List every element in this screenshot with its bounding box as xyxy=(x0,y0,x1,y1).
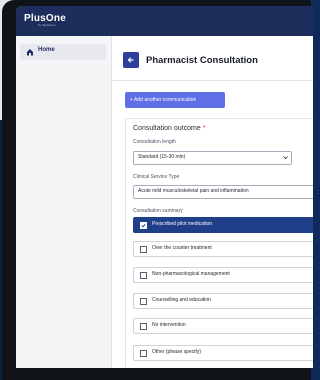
laptop-bezel-bottom xyxy=(2,368,311,380)
sidebar-item-home[interactable]: Home xyxy=(20,44,106,60)
option-label: Over the counter treatment xyxy=(152,245,212,251)
service-type-label: Clinical Service Type xyxy=(133,174,180,180)
laptop-frame: PlusOne by Medicines Home Pharmacist Con… xyxy=(2,0,313,380)
checkbox xyxy=(140,246,147,253)
back-button[interactable] xyxy=(123,52,139,68)
sidebar: Home xyxy=(16,36,112,368)
sidebar-item-label: Home xyxy=(38,47,55,53)
app-screen: PlusOne by Medicines Home Pharmacist Con… xyxy=(16,6,313,368)
header-divider xyxy=(112,80,313,81)
option-prescribed-pilot-medication[interactable]: Prescribed pilot medication xyxy=(133,217,313,233)
option-label: Prescribed pilot medication xyxy=(152,221,213,227)
main-content: Pharmacist Consultation + Add another co… xyxy=(112,36,313,368)
checkbox-checked xyxy=(140,222,147,229)
add-communication-button[interactable]: + Add another communication xyxy=(125,92,225,108)
section-title: Consultation outcome * xyxy=(133,125,205,132)
section-title-text: Consultation outcome xyxy=(133,125,201,132)
consultation-length-select[interactable]: Standard (15-30 min) xyxy=(133,151,292,165)
page-title: Pharmacist Consultation xyxy=(146,55,258,66)
brand-subtitle: by Medicines xyxy=(38,23,56,27)
checkbox xyxy=(140,272,147,279)
chevron-down-icon xyxy=(283,156,288,160)
option-no-intervention[interactable]: No intervention xyxy=(133,318,313,334)
consultation-outcome-card: Consultation outcome * Consultation lengt… xyxy=(125,118,313,368)
home-icon xyxy=(27,49,33,56)
option-over-the-counter[interactable]: Over the counter treatment xyxy=(133,241,313,257)
option-label: Counselling and education xyxy=(152,297,211,303)
service-type-field[interactable]: Acute mild musculoskeletal pain and infl… xyxy=(133,185,313,199)
check-icon xyxy=(141,223,146,228)
checkbox xyxy=(140,323,147,330)
required-marker: * xyxy=(202,125,206,132)
consultation-length-label: Consultation length xyxy=(133,139,176,145)
top-bar: PlusOne by Medicines xyxy=(16,6,313,36)
option-label: Other (please specify) xyxy=(152,349,201,355)
option-other[interactable]: Other (please specify) xyxy=(133,345,313,361)
checkbox xyxy=(140,350,147,357)
service-type-value: Acute mild musculoskeletal pain and infl… xyxy=(138,188,249,194)
option-non-pharmacological[interactable]: Non-pharmacological management xyxy=(133,267,313,283)
consultation-length-value: Standard (15-30 min) xyxy=(138,154,186,160)
option-label: No intervention xyxy=(152,322,186,328)
option-counselling-education[interactable]: Counselling and education xyxy=(133,293,313,309)
consultation-summary-label: Consultation summary xyxy=(133,208,183,214)
arrow-left-icon xyxy=(127,57,134,63)
checkbox xyxy=(140,298,147,305)
option-label: Non-pharmacological management xyxy=(152,271,230,277)
